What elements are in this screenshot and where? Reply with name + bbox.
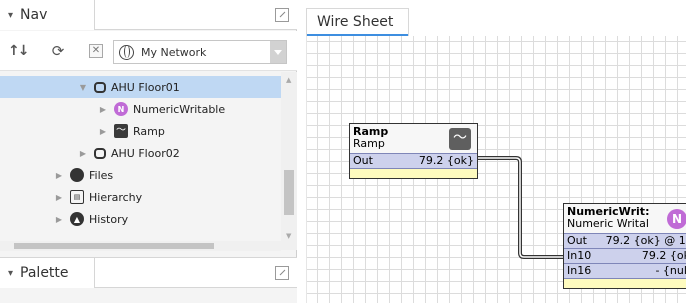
component-header: NumericWrit: Numeric Writal N: [564, 204, 686, 233]
ramp-component[interactable]: Ramp Ramp 〜 Out 79.2 {ok}: [349, 123, 478, 179]
scroll-up-icon[interactable]: ▲: [286, 76, 291, 84]
tree-item-history[interactable]: ▶ ▲ History: [0, 208, 281, 230]
history-icon: ▲: [70, 212, 84, 226]
numeric-writable-icon: N: [667, 209, 686, 229]
expand-toggle-icon[interactable]: ▶: [78, 149, 88, 158]
device-icon: [94, 147, 106, 159]
nav-tab[interactable]: ▾ Nav: [0, 0, 95, 30]
nav-tree: ▼ AHU Floor01 ▶ N NumericWritable ▶ 〜 Ra…: [0, 72, 281, 250]
sort-icon[interactable]: ↑↓: [8, 43, 29, 59]
palette-body: [0, 288, 297, 303]
device-icon: [94, 81, 106, 93]
slot-out[interactable]: Out 79.2 {ok}: [350, 153, 477, 168]
expand-toggle-icon[interactable]: ▶: [98, 127, 108, 136]
component-footer: [350, 168, 477, 178]
tree-item-ramp[interactable]: ▶ 〜 Ramp: [0, 120, 281, 142]
expand-toggle-icon[interactable]: ▶: [54, 193, 64, 202]
scrollbar-thumb[interactable]: [14, 243, 214, 249]
slot-name: Out: [567, 234, 587, 247]
slot-value: 79.2 {ok} @ 1(: [605, 234, 686, 247]
nav-horizontal-scrollbar[interactable]: [0, 241, 281, 251]
expand-toggle-icon[interactable]: ▶: [54, 215, 64, 224]
tree-item-hierarchy[interactable]: ▶ ▤ Hierarchy: [0, 186, 281, 208]
hierarchy-icon: ▤: [70, 190, 84, 204]
slot-name: In10: [567, 249, 592, 262]
slot-in10[interactable]: In10 79.2 {ok: [564, 248, 686, 263]
chevron-down-icon[interactable]: [270, 41, 286, 63]
maximize-icon[interactable]: [275, 8, 289, 22]
ramp-icon: 〜: [114, 124, 128, 138]
globe-icon: [119, 45, 134, 60]
tree-item-label: NumericWritable: [133, 102, 226, 116]
wire-sheet-view: Wire Sheet Ramp Ramp 〜 Out 79.2 {ok} Num…: [303, 0, 686, 303]
component-footer: [564, 278, 686, 288]
tree-item-numericwritable[interactable]: ▶ N NumericWritable: [0, 98, 281, 120]
left-sidebar: ▾ Nav ↑↓ ⟳ ✕ My Network ▼ AHU Floor01 ▶ …: [0, 0, 297, 303]
slot-value: 79.2 {ok: [641, 249, 686, 262]
slot-name: Out: [353, 154, 373, 167]
expand-toggle-icon[interactable]: ▶: [54, 171, 64, 180]
ramp-icon: 〜: [449, 128, 471, 150]
maximize-icon[interactable]: [275, 266, 289, 280]
slot-value: 79.2 {ok}: [418, 154, 474, 167]
files-icon: [70, 168, 84, 182]
tree-item-label: AHU Floor02: [111, 146, 180, 160]
tree-item-label: Files: [89, 168, 114, 182]
tree-item-label: Ramp: [133, 124, 165, 138]
nav-panel-header: ▾ Nav: [0, 0, 297, 30]
numeric-writable-component[interactable]: NumericWrit: Numeric Writal N Out 79.2 {…: [563, 203, 686, 289]
tree-item-label: AHU Floor01: [111, 80, 180, 94]
tree-item-files[interactable]: ▶ Files: [0, 164, 281, 186]
refresh-icon[interactable]: ⟳: [50, 43, 66, 59]
scrollbar-thumb[interactable]: [284, 170, 294, 215]
tree-item-ahu-floor02[interactable]: ▶ AHU Floor02: [0, 142, 281, 164]
component-header: Ramp Ramp 〜: [350, 124, 477, 153]
nav-toolbar: ↑↓ ⟳ ✕ My Network: [0, 31, 297, 71]
tree-item-ahu-floor01[interactable]: ▼ AHU Floor01: [0, 76, 281, 98]
numeric-writable-icon: N: [114, 102, 128, 116]
tree-item-label: History: [89, 212, 129, 226]
nav-title: Nav: [20, 7, 48, 23]
palette-panel-header: ▾ Palette: [0, 257, 297, 288]
collapse-caret-icon[interactable]: ▾: [8, 10, 13, 21]
nav-vertical-scrollbar[interactable]: ▲ ▼: [281, 72, 297, 250]
network-select[interactable]: My Network: [113, 40, 287, 64]
scroll-down-icon[interactable]: ▼: [286, 232, 291, 240]
palette-title: Palette: [20, 265, 69, 281]
slot-name: In16: [567, 264, 592, 277]
palette-tab[interactable]: ▾ Palette: [0, 258, 95, 288]
slot-out[interactable]: Out 79.2 {ok} @ 1(: [564, 233, 686, 248]
collapse-caret-icon[interactable]: ▾: [8, 268, 13, 279]
tree-item-label: Hierarchy: [89, 190, 143, 204]
slot-in16[interactable]: In16 - {null: [564, 263, 686, 278]
network-select-label: My Network: [141, 46, 207, 59]
slot-value: - {null: [655, 264, 686, 277]
close-icon[interactable]: ✕: [89, 44, 103, 58]
expand-toggle-icon[interactable]: ▶: [98, 105, 108, 114]
expand-toggle-icon[interactable]: ▼: [78, 83, 88, 92]
